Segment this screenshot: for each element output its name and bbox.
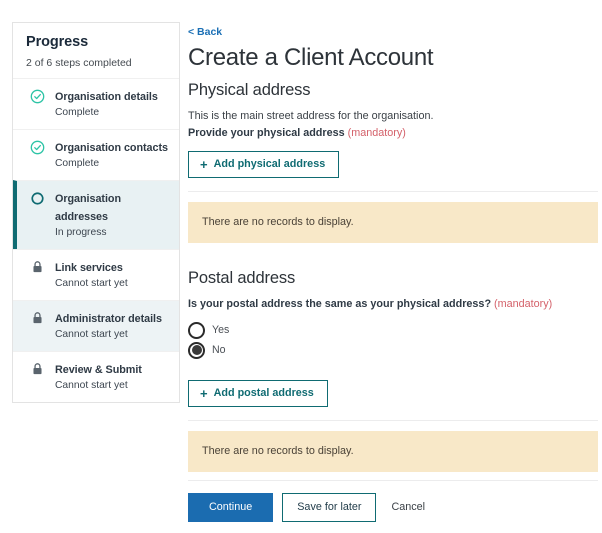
- cancel-button[interactable]: Cancel: [385, 494, 431, 520]
- step-status: Cannot start yet: [55, 277, 128, 289]
- step-label: Link services: [55, 261, 123, 274]
- sidebar-item-organisation-contacts[interactable]: Organisation contacts Complete: [13, 129, 179, 181]
- physical-address-empty-banner: There are no records to display.: [188, 202, 598, 244]
- add-physical-address-button[interactable]: + Add physical address: [188, 151, 340, 179]
- add-physical-address-label: Add physical address: [213, 158, 326, 171]
- lock-icon: [27, 258, 47, 274]
- circle-icon: [27, 189, 47, 206]
- sidebar-item-link-services[interactable]: Link services Cannot start yet: [13, 248, 179, 300]
- postal-address-question-label: Is your postal address the same as your …: [188, 297, 598, 313]
- step-status: In progress: [55, 227, 107, 239]
- step-text: Link services Cannot start yet: [55, 258, 128, 291]
- sidebar-item-administrator-details[interactable]: Administrator details Cannot start yet: [13, 299, 179, 351]
- radio-no-label: No: [212, 343, 226, 356]
- step-text: Administrator details Cannot start yet: [55, 309, 162, 342]
- save-for-later-button[interactable]: Save for later: [282, 493, 377, 522]
- step-label: Organisation addresses: [55, 193, 121, 224]
- lock-icon: [27, 360, 47, 376]
- add-postal-address-button[interactable]: + Add postal address: [188, 379, 328, 407]
- footer-actions: Continue Save for later Cancel: [188, 493, 598, 522]
- step-status: Cannot start yet: [55, 379, 128, 391]
- postal-address-empty-banner: There are no records to display.: [188, 430, 598, 472]
- physical-section-divider: [188, 191, 598, 193]
- step-text: Organisation contacts Complete: [55, 138, 168, 171]
- step-text: Review & Submit Cannot start yet: [55, 360, 142, 393]
- step-label: Administrator details: [55, 312, 162, 325]
- postal-same-yes-option[interactable]: Yes: [188, 321, 598, 339]
- check-circle-icon: [27, 87, 47, 104]
- back-link[interactable]: < Back: [188, 26, 222, 38]
- physical-address-description: This is the main street address for the …: [188, 109, 434, 122]
- sidebar-item-organisation-addresses[interactable]: Organisation addresses In progress: [13, 180, 179, 249]
- postal-same-no-option[interactable]: No: [188, 341, 598, 359]
- physical-mandatory-tag: (mandatory): [347, 127, 406, 140]
- client-account-wizard-page: Progress 2 of 6 steps completed Organisa…: [0, 0, 602, 533]
- progress-step-list: Organisation details Complete Organisati…: [13, 78, 179, 402]
- radio-spacer: [188, 362, 598, 380]
- postal-section-divider: [188, 419, 598, 421]
- progress-sidebar: Progress 2 of 6 steps completed Organisa…: [12, 22, 180, 403]
- page-title: Create a Client Account: [188, 44, 434, 71]
- step-label: Review & Submit: [55, 363, 142, 376]
- plus-icon: +: [200, 385, 208, 401]
- form-footer: Continue Save for later Cancel: [188, 480, 598, 522]
- postal-question-text: Is your postal address the same as your …: [188, 298, 492, 311]
- check-circle-icon: [27, 138, 47, 155]
- main-content: < Back Create a Client Account Physical …: [188, 22, 598, 472]
- physical-address-section-title: Physical address: [188, 80, 311, 99]
- footer-divider: [188, 480, 598, 481]
- progress-header: Progress 2 of 6 steps completed: [13, 23, 179, 78]
- physical-address-field-label: Provide your physical address (mandatory…: [188, 126, 598, 142]
- add-postal-address-label: Add postal address: [213, 386, 314, 399]
- step-status: Cannot start yet: [55, 328, 128, 340]
- physical-address-label-text: Provide your physical address: [188, 127, 345, 140]
- step-status: Complete: [55, 158, 100, 170]
- continue-button[interactable]: Continue: [188, 493, 274, 522]
- radio-no-icon[interactable]: [188, 341, 205, 359]
- progress-subtitle: 2 of 6 steps completed: [26, 56, 132, 69]
- step-status: Complete: [55, 107, 100, 119]
- radio-yes-icon[interactable]: [188, 321, 205, 339]
- lock-icon: [27, 309, 47, 325]
- step-label: Organisation contacts: [55, 142, 168, 155]
- sidebar-item-organisation-details[interactable]: Organisation details Complete: [13, 78, 179, 130]
- step-label: Organisation details: [55, 91, 158, 104]
- plus-icon: +: [200, 157, 208, 173]
- postal-mandatory-tag: (mandatory): [494, 298, 553, 311]
- sidebar-item-review-and-submit[interactable]: Review & Submit Cannot start yet: [13, 350, 179, 402]
- progress-title: Progress: [26, 34, 89, 50]
- step-text: Organisation details Complete: [55, 87, 158, 120]
- radio-yes-label: Yes: [212, 323, 230, 336]
- postal-address-section-title: Postal address: [188, 269, 296, 288]
- step-text: Organisation addresses In progress: [55, 189, 169, 240]
